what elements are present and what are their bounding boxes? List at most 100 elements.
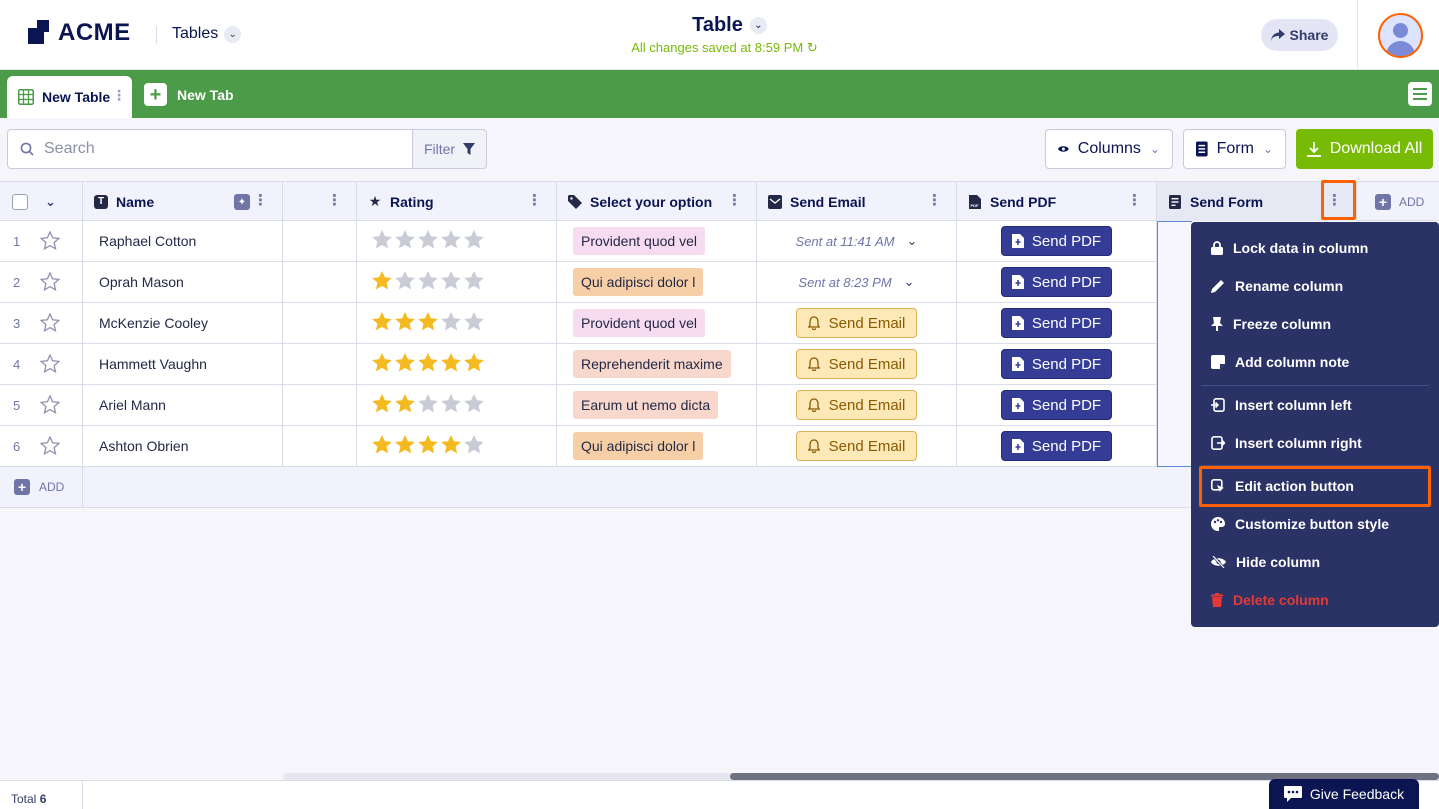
send-pdf-button[interactable]: Send PDF — [1001, 431, 1112, 461]
star-empty-icon[interactable] — [464, 435, 484, 457]
send-pdf-button[interactable]: Send PDF — [1001, 308, 1112, 338]
column-menu-icon[interactable]: ⋮ — [253, 193, 268, 208]
star-empty-icon[interactable] — [464, 394, 484, 416]
send-email-button[interactable]: Send Email — [796, 431, 917, 461]
table-row[interactable]: 3 McKenzie Cooley Provident quod vel Sen… — [0, 303, 1158, 344]
name-cell[interactable]: Ashton Obrien — [83, 426, 283, 466]
table-row[interactable]: 4 Hammett Vaughn Reprehenderit maxime Se… — [0, 344, 1158, 385]
star-filled-icon[interactable] — [372, 353, 392, 375]
star-filled-icon[interactable] — [418, 312, 438, 334]
menu-item-insert-left[interactable]: Insert column left — [1201, 387, 1431, 423]
new-tab-button[interactable]: + New Tab — [144, 83, 234, 106]
star-empty-icon[interactable] — [395, 271, 415, 293]
rating-cell[interactable] — [357, 221, 557, 261]
blank-cell[interactable] — [283, 262, 357, 302]
select-all-checkbox[interactable] — [12, 193, 28, 210]
menu-item-rename[interactable]: Rename column — [1201, 268, 1431, 304]
email-sent-status[interactable]: Sent at 8:23 PM ⌄ — [798, 274, 914, 290]
star-filled-icon[interactable] — [441, 435, 461, 457]
rating-cell[interactable] — [357, 303, 557, 343]
column-header-send-pdf[interactable]: PDF Send PDF ⋮ — [957, 182, 1157, 221]
send-email-button[interactable]: Send Email — [796, 349, 917, 379]
star-empty-icon[interactable] — [441, 271, 461, 293]
send-email-cell[interactable]: Send Email — [757, 344, 957, 384]
columns-button[interactable]: Columns ⌄ — [1045, 129, 1173, 169]
hamburger-menu-icon[interactable] — [1408, 82, 1432, 106]
star-empty-icon[interactable] — [418, 230, 438, 252]
column-header-select-option[interactable]: Select your option ⋮ — [557, 182, 757, 221]
send-email-cell[interactable]: Sent at 8:23 PM ⌄ — [757, 262, 957, 302]
menu-item-lock-data[interactable]: Lock data in column — [1201, 230, 1431, 266]
option-cell[interactable]: Qui adipisci dolor l — [557, 262, 757, 302]
search-input[interactable] — [44, 140, 384, 158]
star-filled-icon[interactable] — [372, 271, 392, 293]
star-filled-icon[interactable] — [395, 394, 415, 416]
name-cell[interactable]: Ariel Mann — [83, 385, 283, 425]
avatar[interactable] — [1378, 13, 1423, 58]
filter-button[interactable]: Filter — [412, 129, 487, 169]
column-header-rating[interactable]: ★ Rating ⋮ — [357, 182, 557, 221]
star-filled-icon[interactable] — [372, 394, 392, 416]
star-empty-icon[interactable] — [441, 230, 461, 252]
rating-cell[interactable] — [357, 262, 557, 302]
share-button[interactable]: Share — [1261, 19, 1338, 51]
table-row[interactable]: 5 Ariel Mann Earum ut nemo dicta Send Em… — [0, 385, 1158, 426]
option-cell[interactable]: Provident quod vel — [557, 221, 757, 261]
star-filled-icon[interactable] — [395, 312, 415, 334]
rating-cell[interactable] — [357, 344, 557, 384]
blank-cell[interactable] — [283, 426, 357, 466]
table-row[interactable]: 6 Ashton Obrien Qui adipisci dolor l Sen… — [0, 426, 1158, 467]
star-empty-icon[interactable] — [395, 230, 415, 252]
send-pdf-cell[interactable]: Send PDF — [957, 344, 1157, 384]
star-filled-icon[interactable] — [372, 312, 392, 334]
tab-new-table[interactable]: New Table ⋮ — [7, 76, 132, 118]
tab-options-icon[interactable]: ⋮ — [112, 88, 126, 102]
star-outline-icon[interactable] — [39, 435, 61, 458]
send-pdf-cell[interactable]: Send PDF — [957, 385, 1157, 425]
name-cell[interactable]: Raphael Cotton — [83, 221, 283, 261]
star-empty-icon[interactable] — [464, 312, 484, 334]
star-outline-icon[interactable] — [39, 271, 61, 294]
star-outline-icon[interactable] — [39, 312, 61, 335]
option-cell[interactable]: Earum ut nemo dicta — [557, 385, 757, 425]
option-cell[interactable]: Reprehenderit maxime — [557, 344, 757, 384]
star-empty-icon[interactable] — [464, 230, 484, 252]
option-cell[interactable]: Qui adipisci dolor l — [557, 426, 757, 466]
send-pdf-button[interactable]: Send PDF — [1001, 349, 1112, 379]
give-feedback-button[interactable]: Give Feedback — [1269, 779, 1419, 809]
name-cell[interactable]: Hammett Vaughn — [83, 344, 283, 384]
star-outline-icon[interactable] — [39, 230, 61, 253]
send-pdf-button[interactable]: Send PDF — [1001, 267, 1112, 297]
star-filled-icon[interactable] — [418, 435, 438, 457]
send-pdf-cell[interactable]: Send PDF — [957, 303, 1157, 343]
star-outline-icon[interactable] — [39, 394, 61, 417]
send-email-cell[interactable]: Sent at 11:41 AM ⌄ — [757, 221, 957, 261]
column-menu-icon[interactable]: ⋮ — [1127, 193, 1142, 208]
star-empty-icon[interactable] — [372, 230, 392, 252]
column-header-blank[interactable]: ⋮ — [283, 182, 357, 221]
send-email-cell[interactable]: Send Email — [757, 385, 957, 425]
name-cell[interactable]: McKenzie Cooley — [83, 303, 283, 343]
star-empty-icon[interactable] — [418, 394, 438, 416]
send-email-cell[interactable]: Send Email — [757, 426, 957, 466]
menu-item-insert-right[interactable]: Insert column right — [1201, 425, 1431, 461]
add-column-button[interactable]: + ADD — [1357, 182, 1439, 221]
star-outline-icon[interactable] — [39, 353, 61, 376]
column-menu-icon[interactable]: ⋮ — [927, 193, 942, 208]
star-empty-icon[interactable] — [441, 394, 461, 416]
option-cell[interactable]: Provident quod vel — [557, 303, 757, 343]
send-pdf-button[interactable]: Send PDF — [1001, 390, 1112, 420]
star-filled-icon[interactable] — [372, 435, 392, 457]
star-filled-icon[interactable] — [464, 353, 484, 375]
menu-item-hide-column[interactable]: Hide column — [1201, 544, 1431, 580]
column-menu-icon[interactable]: ⋮ — [727, 193, 742, 208]
send-email-button[interactable]: Send Email — [796, 308, 917, 338]
pin-icon[interactable]: ✦ — [234, 194, 250, 210]
send-pdf-button[interactable]: Send PDF — [1001, 226, 1112, 256]
table-row[interactable]: 1 Raphael Cotton Provident quod vel Sent… — [0, 221, 1158, 262]
send-pdf-cell[interactable]: Send PDF — [957, 221, 1157, 261]
menu-item-freeze[interactable]: Freeze column — [1201, 306, 1431, 342]
table-title-dropdown[interactable]: Table ⌄ — [692, 14, 767, 37]
star-filled-icon[interactable] — [395, 353, 415, 375]
column-header-send-email[interactable]: Send Email ⋮ — [757, 182, 957, 221]
